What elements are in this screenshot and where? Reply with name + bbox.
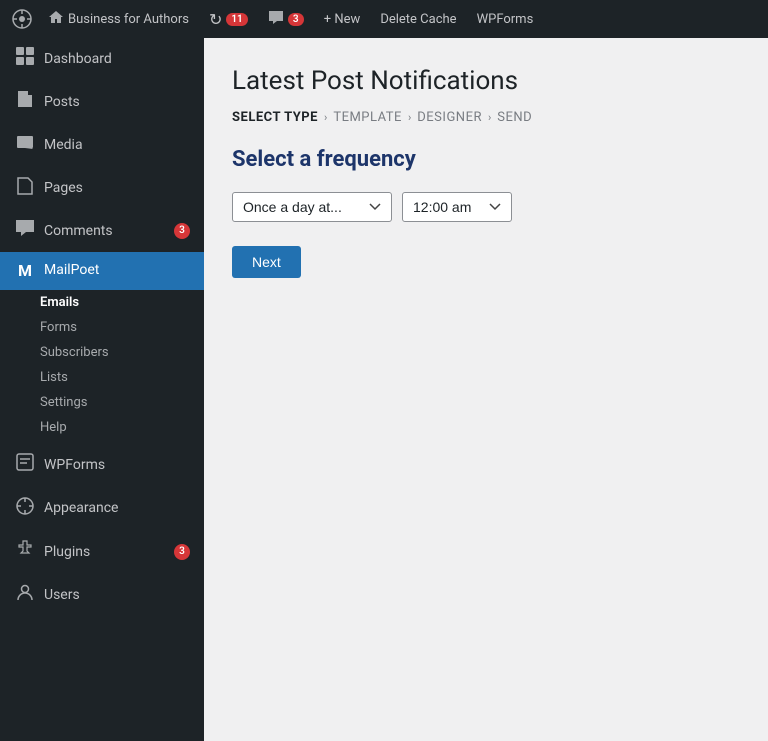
plugins-icon bbox=[14, 539, 36, 566]
appearance-icon bbox=[14, 496, 36, 523]
sidebar-item-wpforms[interactable]: WPForms bbox=[0, 444, 204, 487]
posts-label: Posts bbox=[44, 93, 190, 113]
sidebar: Dashboard Posts Media Pages Comments bbox=[0, 38, 204, 741]
comments-sidebar-icon bbox=[14, 219, 36, 244]
sidebar-item-mailpoet[interactable]: M MailPoet bbox=[0, 252, 204, 290]
users-label: Users bbox=[44, 586, 190, 606]
delete-cache-label: Delete Cache bbox=[380, 12, 456, 27]
mailpoet-icon: M bbox=[14, 260, 36, 282]
media-label: Media bbox=[44, 136, 190, 156]
posts-icon bbox=[14, 89, 36, 116]
sidebar-sub-forms[interactable]: Forms bbox=[0, 315, 204, 340]
wp-logo-icon[interactable] bbox=[8, 0, 36, 38]
sidebar-sub-help[interactable]: Help bbox=[0, 415, 204, 440]
dashboard-label: Dashboard bbox=[44, 50, 190, 70]
home-icon bbox=[48, 10, 64, 28]
plugins-badge: 3 bbox=[174, 544, 190, 560]
content-area: Latest Post Notifications SELECT TYPE › … bbox=[204, 38, 768, 741]
sidebar-sub-emails[interactable]: Emails bbox=[0, 290, 204, 315]
breadcrumb-sep-1: › bbox=[324, 111, 327, 124]
plugins-label: Plugins bbox=[44, 543, 166, 563]
sidebar-sub-settings[interactable]: Settings bbox=[0, 390, 204, 415]
comments-sidebar-label: Comments bbox=[44, 222, 166, 242]
next-button[interactable]: Next bbox=[232, 246, 301, 278]
sidebar-item-comments[interactable]: Comments 3 bbox=[0, 211, 204, 252]
dashboard-icon bbox=[14, 46, 36, 73]
page-title: Latest Post Notifications bbox=[232, 66, 740, 96]
wpforms-adminbar-label: WPForms bbox=[477, 12, 534, 27]
comments-badge: 3 bbox=[288, 13, 304, 26]
breadcrumb-step3: DESIGNER bbox=[417, 110, 482, 125]
delete-cache-item[interactable]: Delete Cache bbox=[372, 0, 464, 38]
site-name-label: Business for Authors bbox=[68, 12, 189, 27]
breadcrumb: SELECT TYPE › TEMPLATE › DESIGNER › SEND bbox=[232, 110, 740, 125]
main-wrap: Dashboard Posts Media Pages Comments bbox=[0, 38, 768, 741]
media-icon bbox=[14, 132, 36, 159]
comments-sidebar-badge: 3 bbox=[174, 223, 190, 239]
updates-item[interactable]: ↻ 11 bbox=[201, 0, 256, 38]
breadcrumb-sep-3: › bbox=[488, 111, 491, 124]
new-label: + New bbox=[324, 12, 361, 27]
updates-icon: ↻ bbox=[209, 10, 222, 29]
breadcrumb-step4: SEND bbox=[497, 110, 532, 125]
sidebar-item-pages[interactable]: Pages bbox=[0, 168, 204, 211]
wpforms-icon bbox=[14, 452, 36, 479]
updates-badge: 11 bbox=[226, 13, 247, 26]
frequency-select[interactable]: Once a day at... Twice a day Once a week… bbox=[232, 192, 392, 222]
breadcrumb-sep-2: › bbox=[408, 111, 411, 124]
sidebar-item-dashboard[interactable]: Dashboard bbox=[0, 38, 204, 81]
section-title: Select a frequency bbox=[232, 147, 740, 172]
sidebar-item-plugins[interactable]: Plugins 3 bbox=[0, 531, 204, 574]
breadcrumb-step2: TEMPLATE bbox=[333, 110, 402, 125]
time-select[interactable]: 12:00 am 1:00 am 2:00 am 6:00 am 12:00 p… bbox=[402, 192, 512, 222]
comments-item[interactable]: 3 bbox=[260, 0, 312, 38]
breadcrumb-step1: SELECT TYPE bbox=[232, 110, 318, 125]
new-item[interactable]: + New bbox=[316, 0, 369, 38]
mailpoet-label: MailPoet bbox=[44, 261, 190, 281]
sidebar-item-media[interactable]: Media bbox=[0, 124, 204, 167]
pages-label: Pages bbox=[44, 179, 190, 199]
site-name-item[interactable]: Business for Authors bbox=[40, 0, 197, 38]
admin-bar: Business for Authors ↻ 11 3 + New Delete… bbox=[0, 0, 768, 38]
wpforms-sidebar-label: WPForms bbox=[44, 456, 190, 476]
comments-icon bbox=[268, 10, 284, 28]
wpforms-adminbar-item[interactable]: WPForms bbox=[469, 0, 542, 38]
sidebar-item-users[interactable]: Users bbox=[0, 574, 204, 617]
sidebar-sub-lists[interactable]: Lists bbox=[0, 365, 204, 390]
users-icon bbox=[14, 582, 36, 609]
appearance-label: Appearance bbox=[44, 499, 190, 519]
sidebar-item-appearance[interactable]: Appearance bbox=[0, 488, 204, 531]
sidebar-item-posts[interactable]: Posts bbox=[0, 81, 204, 124]
frequency-row: Once a day at... Twice a day Once a week… bbox=[232, 192, 740, 222]
sidebar-sub-subscribers[interactable]: Subscribers bbox=[0, 340, 204, 365]
pages-icon bbox=[14, 176, 36, 203]
